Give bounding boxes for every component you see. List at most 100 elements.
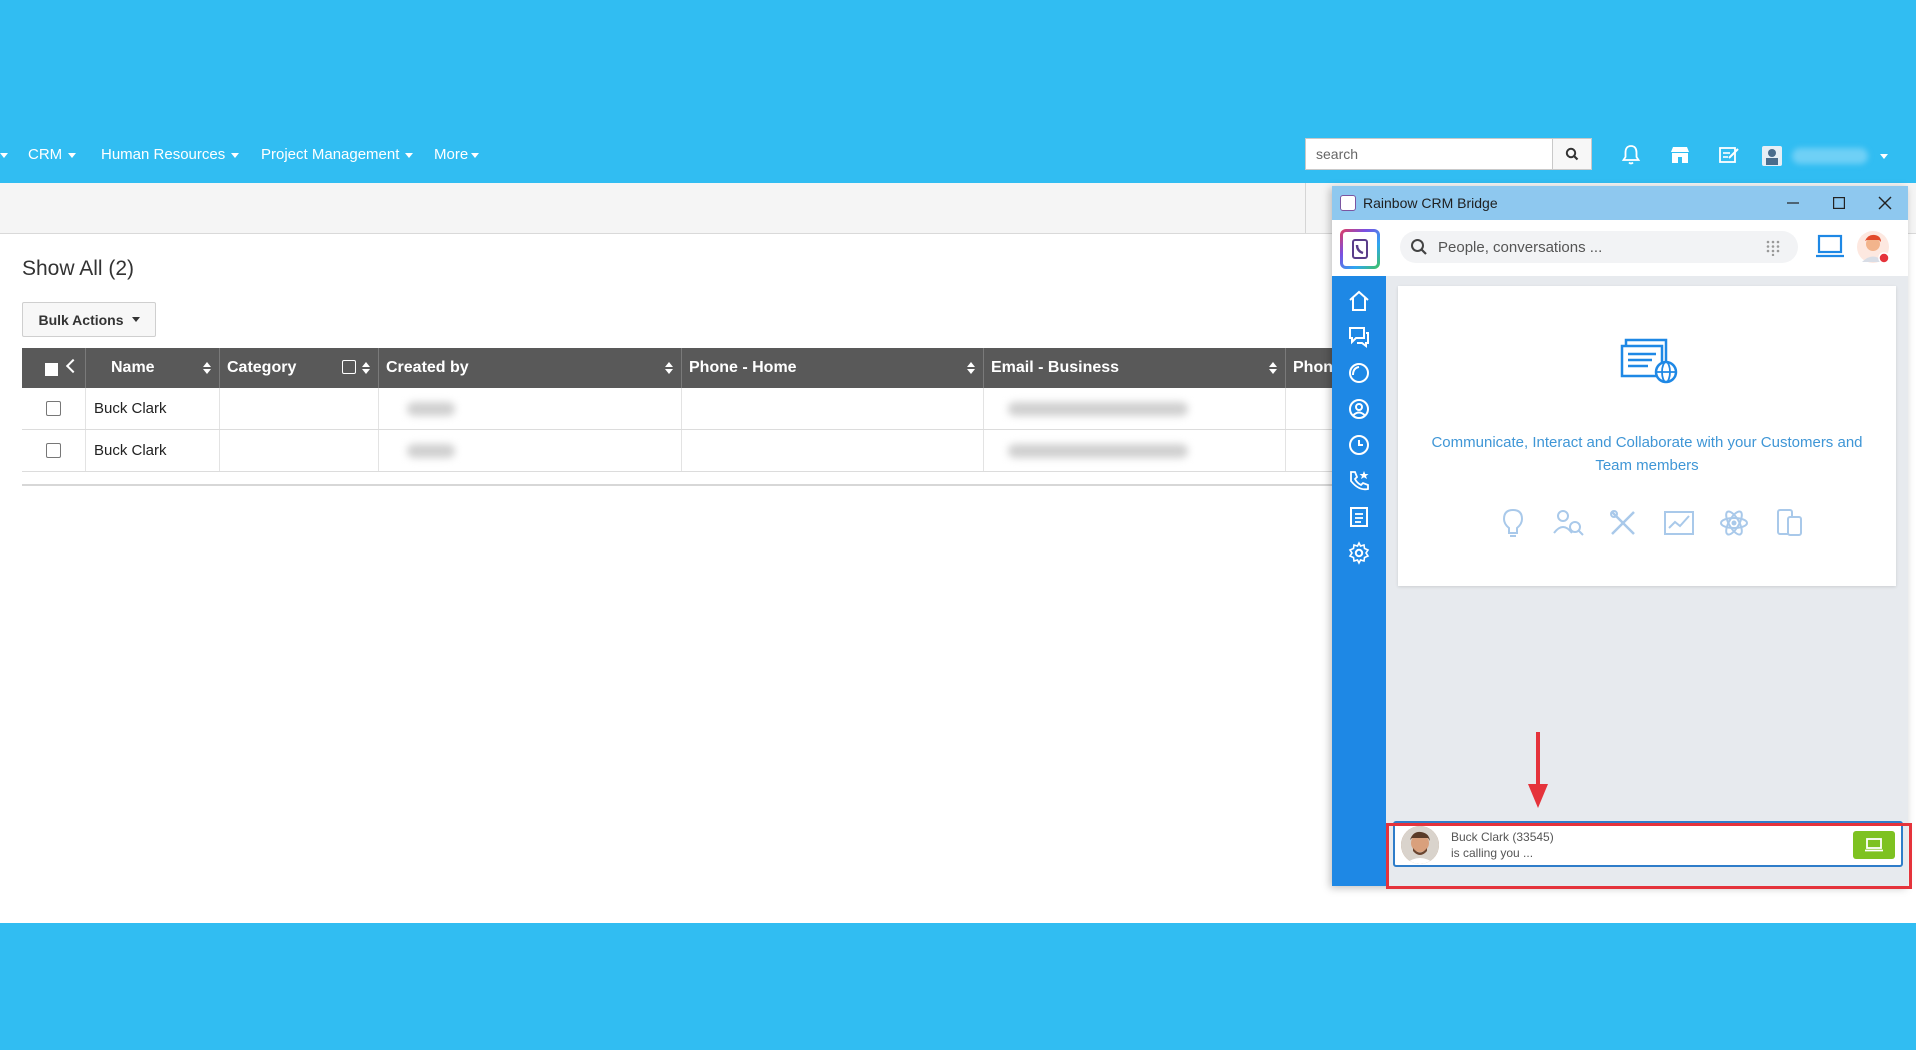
app-logo-icon bbox=[1340, 195, 1356, 211]
cell-name[interactable]: Buck Clark bbox=[86, 388, 220, 429]
cell-email-business bbox=[984, 388, 1286, 429]
tasks-icon[interactable] bbox=[1716, 142, 1742, 168]
row-checkbox[interactable] bbox=[46, 401, 61, 416]
column-header-category[interactable]: Category bbox=[220, 348, 379, 388]
user-name-blurred[interactable] bbox=[1792, 148, 1868, 164]
select-all-checkbox[interactable] bbox=[45, 363, 58, 376]
bulk-actions-label: Bulk Actions bbox=[38, 311, 124, 328]
chevron-left-icon[interactable] bbox=[65, 358, 81, 374]
nav-item-human-resources[interactable]: Human Resources bbox=[101, 146, 240, 163]
sort-icon[interactable] bbox=[362, 362, 370, 374]
column-header-created-by[interactable]: Created by bbox=[379, 348, 682, 388]
cell-phone-home bbox=[682, 388, 984, 429]
tools-icon bbox=[1606, 506, 1640, 540]
column-label: Name bbox=[111, 359, 155, 376]
minimize-icon bbox=[1787, 202, 1799, 204]
column-label: Phone - Home bbox=[689, 359, 797, 376]
team-search-icon bbox=[1551, 506, 1585, 540]
cell-created-by bbox=[379, 430, 682, 471]
nav-caret-partial[interactable] bbox=[0, 146, 8, 163]
user-avatar[interactable] bbox=[1856, 230, 1890, 264]
call-highlight-box bbox=[1386, 823, 1912, 889]
web-document-icon bbox=[1620, 338, 1678, 384]
column-header-phone[interactable]: Phon bbox=[1286, 348, 1332, 388]
chevron-down-icon bbox=[231, 152, 240, 158]
close-icon bbox=[1878, 196, 1892, 210]
welcome-message: Communicate, Interact and Collaborate wi… bbox=[1431, 434, 1863, 474]
nav-item-label: Project Management bbox=[261, 146, 400, 163]
red-arrow-annotation bbox=[1528, 732, 1548, 808]
column-label: Email - Business bbox=[991, 359, 1120, 376]
column-header-name[interactable]: Name bbox=[86, 348, 220, 388]
blurred-text bbox=[407, 402, 455, 416]
cell-phone bbox=[1286, 388, 1332, 429]
row-checkbox[interactable] bbox=[46, 443, 61, 458]
rainbow-window: Rainbow CRM Bridge People, conversations… bbox=[1332, 186, 1908, 886]
search-input[interactable] bbox=[1306, 139, 1554, 169]
rainbow-logo[interactable] bbox=[1340, 229, 1380, 269]
nav-item-label: More bbox=[434, 146, 469, 163]
history-icon[interactable] bbox=[1346, 432, 1372, 458]
home-icon[interactable] bbox=[1346, 288, 1372, 314]
chevron-down-icon bbox=[471, 152, 480, 158]
nav-item-more[interactable]: More bbox=[434, 146, 480, 163]
chevron-down-icon bbox=[405, 152, 414, 158]
dialpad-icon[interactable] bbox=[1766, 240, 1780, 256]
close-button[interactable] bbox=[1862, 186, 1908, 220]
chevron-down-icon bbox=[131, 317, 140, 322]
people-search-input[interactable] bbox=[1438, 231, 1758, 263]
row-select-cell bbox=[22, 430, 86, 471]
cell-created-by bbox=[379, 388, 682, 429]
maximize-button[interactable] bbox=[1816, 186, 1862, 220]
chevron-down-icon bbox=[68, 152, 77, 158]
bulk-actions-button[interactable]: Bulk Actions bbox=[22, 302, 156, 337]
contacts-icon[interactable] bbox=[1346, 396, 1372, 422]
user-avatar[interactable] bbox=[1762, 146, 1782, 166]
rainbow-sidebar bbox=[1332, 276, 1386, 886]
nav-item-label: Human Resources bbox=[101, 146, 226, 163]
rainbow-header bbox=[1332, 220, 1908, 276]
sort-icon[interactable] bbox=[203, 362, 211, 374]
user-menu-chevron-icon[interactable] bbox=[1880, 154, 1888, 159]
column-label: Phon bbox=[1293, 359, 1332, 376]
cell-name[interactable]: Buck Clark bbox=[86, 430, 220, 471]
column-header-email-business[interactable]: Email - Business bbox=[984, 348, 1286, 388]
store-icon[interactable] bbox=[1667, 142, 1693, 168]
favorites-call-icon[interactable] bbox=[1346, 468, 1372, 494]
sort-icon[interactable] bbox=[967, 362, 975, 374]
grid-header: Name Category Created by Phone - Home Em… bbox=[22, 348, 1332, 388]
laptop-icon[interactable] bbox=[1816, 234, 1844, 260]
search-icon bbox=[1565, 147, 1579, 161]
phone-book-icon bbox=[1352, 239, 1368, 259]
rainbow-content: Communicate, Interact and Collaborate wi… bbox=[1386, 276, 1908, 886]
cell-phone bbox=[1286, 430, 1332, 471]
search-button[interactable] bbox=[1552, 139, 1591, 169]
mobile-devices-icon bbox=[1772, 506, 1806, 540]
cell-category bbox=[220, 388, 379, 429]
nav-item-crm[interactable]: CRM bbox=[28, 146, 77, 163]
window-title: Rainbow CRM Bridge bbox=[1363, 195, 1498, 211]
table-row[interactable]: Buck Clark bbox=[22, 430, 1332, 472]
settings-icon[interactable] bbox=[1346, 540, 1372, 566]
welcome-card: Communicate, Interact and Collaborate wi… bbox=[1398, 286, 1896, 586]
cell-category bbox=[220, 430, 379, 471]
column-label: Created by bbox=[386, 359, 469, 376]
column-header-phone-home[interactable]: Phone - Home bbox=[682, 348, 984, 388]
notes-icon[interactable] bbox=[1346, 504, 1372, 530]
toolbar-divider bbox=[1305, 183, 1306, 233]
filter-icon[interactable] bbox=[342, 360, 356, 374]
minimize-button[interactable] bbox=[1770, 186, 1816, 220]
row-select-cell bbox=[22, 388, 86, 429]
cell-phone-home bbox=[682, 430, 984, 471]
conversations-icon[interactable] bbox=[1346, 324, 1372, 350]
grid-footer bbox=[22, 472, 1332, 486]
rainbow-search bbox=[1400, 231, 1798, 263]
sort-icon[interactable] bbox=[1269, 362, 1277, 374]
bell-icon[interactable] bbox=[1618, 142, 1644, 168]
bubbles-icon[interactable] bbox=[1346, 360, 1372, 386]
nav-item-project-management[interactable]: Project Management bbox=[261, 146, 414, 163]
table-row[interactable]: Buck Clark bbox=[22, 388, 1332, 430]
page-title: Show All (2) bbox=[22, 257, 135, 280]
sort-icon[interactable] bbox=[665, 362, 673, 374]
status-busy-badge bbox=[1878, 252, 1890, 264]
